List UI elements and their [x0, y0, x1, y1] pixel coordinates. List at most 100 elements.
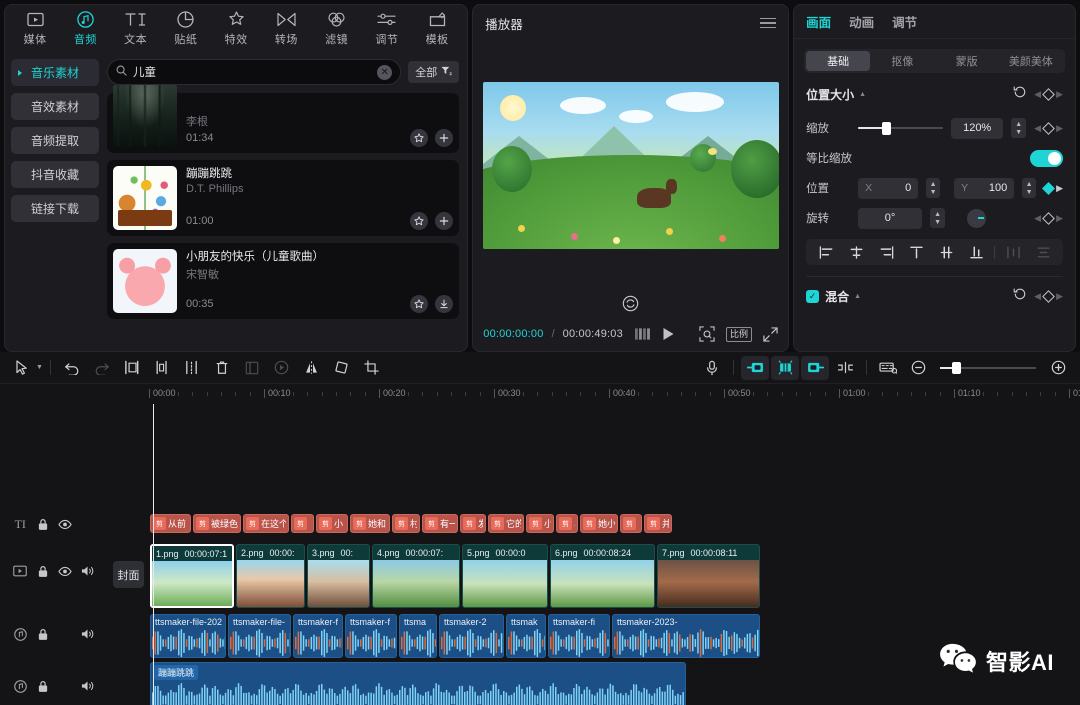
nav-tab-media[interactable]: 媒体 [11, 7, 59, 49]
keyframe-diamond-icon[interactable] [1042, 182, 1055, 195]
tab-picture[interactable]: 画面 [806, 12, 831, 31]
search-input[interactable] [133, 66, 371, 78]
keyframe-diamond-icon[interactable] [1042, 122, 1055, 135]
rotation-dial[interactable] [967, 209, 986, 228]
music-clip[interactable]: 蹦蹦跳跳 [150, 662, 686, 705]
blend-checkbox[interactable]: ✓ [806, 290, 819, 303]
cursor-dropdown-icon[interactable]: ▼ [36, 364, 43, 371]
reset-icon[interactable] [1013, 287, 1027, 306]
transition-out-icon[interactable] [801, 356, 829, 380]
auto-cut-icon[interactable] [771, 356, 799, 380]
mute-icon[interactable] [79, 624, 98, 644]
keyframe-next-icon[interactable]: ▶ [1056, 183, 1063, 194]
video-clip[interactable]: 5.png00:00:0 [462, 544, 548, 608]
nav-tab-audio[interactable]: 音频 [61, 7, 109, 49]
nav-tab-effects[interactable]: 特效 [212, 7, 260, 49]
fullscreen-icon[interactable] [763, 327, 778, 342]
sub-tab-keying[interactable]: 抠像 [870, 51, 934, 71]
lock-icon[interactable] [34, 624, 53, 644]
timeline-ruler[interactable]: 00:0000:1000:2000:3000:4000:5001:0001:10… [108, 384, 1080, 404]
zoom-fit-icon[interactable] [699, 326, 715, 342]
crop-icon[interactable] [358, 356, 386, 380]
keyframe-diamond-icon[interactable] [1042, 290, 1055, 303]
text-clip[interactable]: 剪从前 [150, 514, 191, 533]
player-menu-icon[interactable] [760, 18, 776, 29]
video-clip[interactable]: 3.png00: [307, 544, 370, 608]
split-left-icon[interactable] [118, 356, 146, 380]
audio-clip[interactable]: ttsmaker-file- [228, 614, 291, 658]
nav-tab-text[interactable]: 文本 [112, 7, 160, 49]
audio-clip[interactable]: ttsmaker-file-202 [150, 614, 226, 658]
nav-tab-adjust[interactable]: 调节 [363, 7, 411, 49]
text-clip[interactable]: 剪 [291, 514, 314, 533]
select-cursor-icon[interactable] [8, 356, 36, 380]
keyframe-next-icon[interactable]: ▶ [1056, 123, 1063, 134]
audio-clip[interactable]: ttsmak [506, 614, 546, 658]
tab-animation[interactable]: 动画 [849, 12, 874, 31]
lock-icon[interactable] [34, 561, 53, 581]
download-icon[interactable] [435, 295, 453, 313]
favorite-star-icon[interactable] [410, 129, 428, 147]
align-bottom-icon[interactable] [962, 241, 990, 263]
preview-render-icon[interactable] [268, 356, 296, 380]
redo-icon[interactable] [88, 356, 116, 380]
tab-adjust[interactable]: 调节 [892, 12, 917, 31]
keyframe-diamond-icon[interactable] [1042, 212, 1055, 225]
text-clip[interactable]: 剪在这个 [243, 514, 289, 533]
split-icon[interactable] [178, 356, 206, 380]
aspect-ratio-button[interactable]: 比例 [726, 327, 752, 342]
eye-visible-icon[interactable] [56, 561, 75, 581]
rotation-value-input[interactable]: 0° [858, 208, 922, 229]
audio-clip[interactable]: ttsmaker-f [293, 614, 343, 658]
distribute-h-icon[interactable] [999, 241, 1027, 263]
microphone-icon[interactable] [698, 356, 726, 380]
scale-stepper[interactable]: ▲▼ [1011, 118, 1026, 138]
lock-icon[interactable] [34, 514, 53, 534]
position-x-stepper[interactable]: ▲▼ [926, 178, 940, 198]
audio-clip[interactable]: ttsmaker-2023- [612, 614, 760, 658]
text-clip[interactable]: 剪有一 [422, 514, 458, 533]
sub-tab-basic[interactable]: 基础 [806, 51, 870, 71]
split-clip-icon[interactable] [831, 356, 859, 380]
add-to-timeline-icon[interactable] [435, 212, 453, 230]
audio-clip[interactable]: ttsmaker-2 [439, 614, 504, 658]
align-center-h-icon[interactable] [842, 241, 870, 263]
favorite-star-icon[interactable] [410, 212, 428, 230]
split-right-icon[interactable] [148, 356, 176, 380]
video-clip[interactable]: 4.png00:00:07: [372, 544, 460, 608]
transition-in-icon[interactable] [741, 356, 769, 380]
text-clip[interactable]: 剪并 [644, 514, 672, 533]
rotation-stepper[interactable]: ▲▼ [930, 208, 945, 228]
reset-icon[interactable] [1013, 85, 1027, 104]
add-to-timeline-icon[interactable] [435, 129, 453, 147]
music-list-item[interactable]: 李根 01:34 [107, 93, 459, 153]
search-box[interactable]: ✕ [107, 59, 401, 85]
keyframe-next-icon[interactable]: ▶ [1056, 291, 1063, 302]
keyframe-prev-icon[interactable]: ◀ [1034, 291, 1041, 302]
slider-knob[interactable] [882, 122, 891, 135]
text-clip[interactable]: 剪发 [460, 514, 486, 533]
zoom-out-icon[interactable] [904, 356, 932, 380]
chevron-up-icon[interactable]: ▲ [859, 91, 866, 98]
align-right-icon[interactable] [872, 241, 900, 263]
nav-tab-transition[interactable]: 转场 [262, 7, 310, 49]
keyframe-icon[interactable] [874, 356, 902, 380]
filter-button[interactable]: 全部 [408, 61, 459, 83]
keyframe-diamond-icon[interactable] [1042, 88, 1055, 101]
uniform-scale-toggle[interactable] [1030, 150, 1063, 167]
position-y-stepper[interactable]: ▲▼ [1022, 178, 1036, 198]
category-audio-extract[interactable]: 音频提取 [11, 127, 99, 154]
position-x-input[interactable]: X 0 [858, 178, 918, 199]
sub-tab-mask[interactable]: 蒙版 [935, 51, 999, 71]
align-left-icon[interactable] [812, 241, 840, 263]
scale-slider[interactable] [858, 121, 943, 135]
audio-clip[interactable]: ttsmaker-f [345, 614, 397, 658]
position-y-input[interactable]: Y 100 [954, 178, 1014, 199]
text-clip[interactable]: 剪她小 [580, 514, 618, 533]
delete-icon[interactable] [208, 356, 236, 380]
text-clip[interactable]: 剪羊 [556, 514, 578, 533]
text-clip[interactable]: 剪她和 [350, 514, 390, 533]
music-list-item[interactable]: 小朋友的快乐（儿童歌曲） 宋智敏 00:35 [107, 243, 459, 319]
mirror-icon[interactable] [298, 356, 326, 380]
category-sound-effects[interactable]: 音效素材 [11, 93, 99, 120]
